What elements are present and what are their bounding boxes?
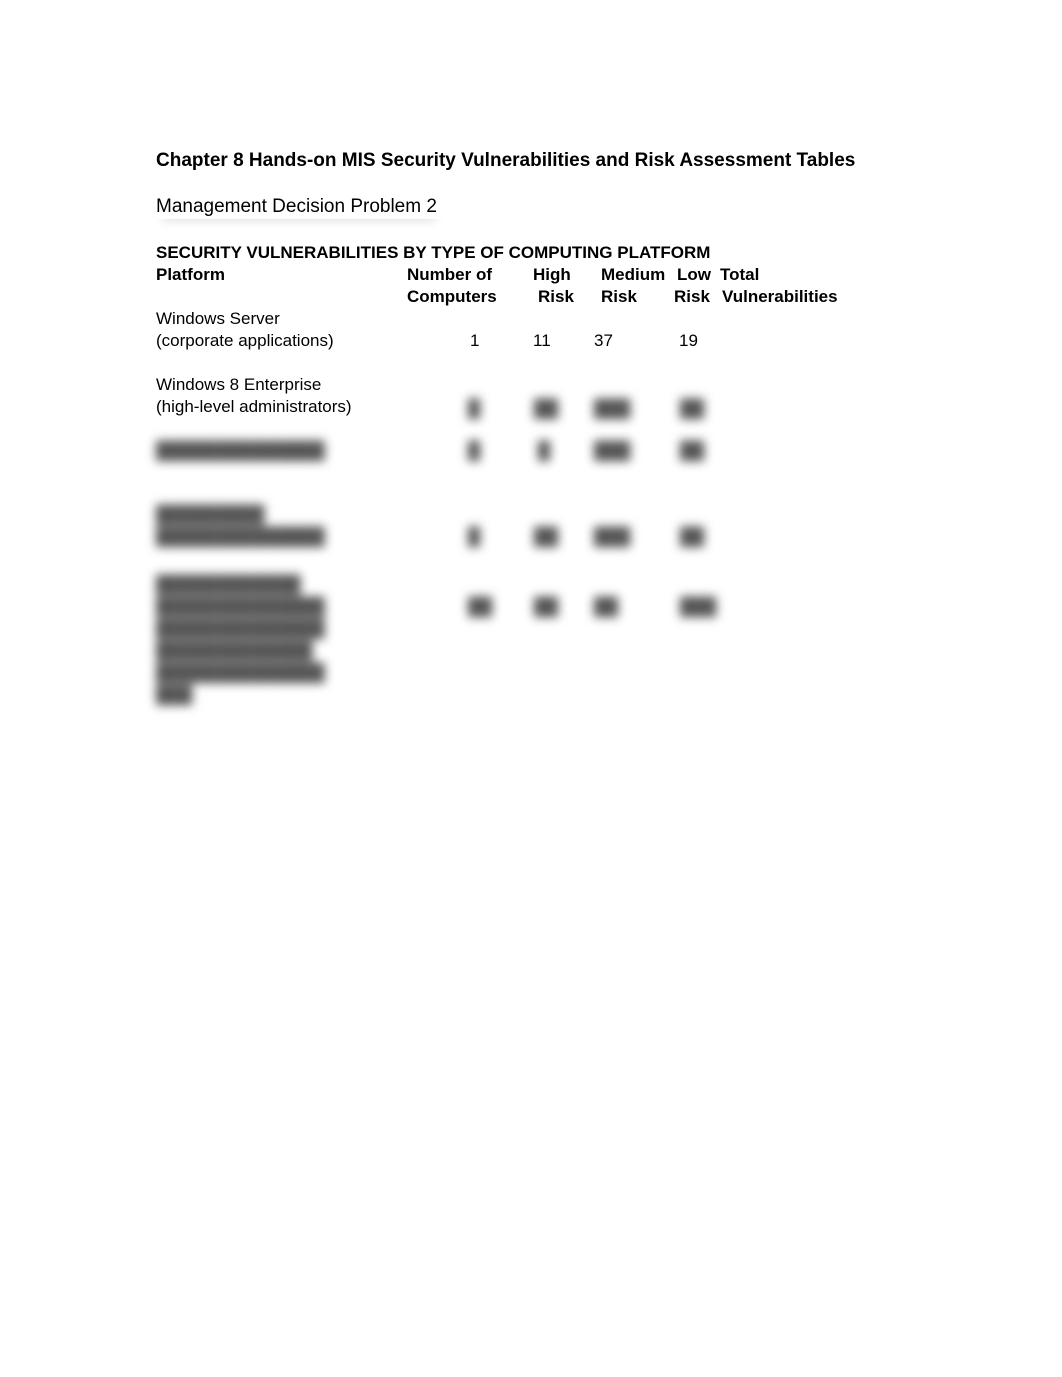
blurred-row: ████████████ ██████████████ ████████████… [156, 574, 876, 706]
blurred-value: ██ [680, 441, 705, 460]
high-risk-value: 11 [533, 331, 551, 350]
header-medium-2: Risk [601, 287, 637, 306]
blurred-value: ██ [534, 527, 559, 546]
medium-risk-value-blurred: ███ [594, 399, 631, 418]
blurred-value: ███ [680, 597, 717, 616]
header-total-2: Vulnerabilities [722, 287, 838, 306]
blurred-value: █ [468, 527, 481, 546]
blurred-text: ██████████████ [156, 441, 325, 460]
document-page: Chapter 8 Hands-on MIS Security Vulnerab… [156, 148, 876, 706]
table-heading: SECURITY VULNERABILITIES BY TYPE OF COMP… [156, 243, 711, 262]
blurred-row: █████████ ██████████████ █ ██ ███ ██ [156, 504, 876, 574]
platform-name: Windows 8 Enterprise [156, 375, 322, 394]
blurred-value: ██ [680, 527, 705, 546]
low-risk-value: 19 [679, 331, 698, 350]
low-risk-value-blurred: ██ [680, 399, 705, 418]
table-header: Platform Number of Computers High Risk M… [156, 264, 876, 308]
high-risk-value-blurred: ██ [534, 399, 559, 418]
blurred-row: ██████████████ █ █ ███ ██ [156, 440, 876, 504]
header-platform: Platform [156, 265, 225, 284]
document-title: Chapter 8 Hands-on MIS Security Vulnerab… [156, 150, 856, 171]
blurred-text: ████████████ [156, 575, 301, 594]
blurred-text: █████████ [156, 505, 265, 524]
blurred-value: ██ [594, 597, 619, 616]
blurred-value: ███ [594, 527, 631, 546]
platform-detail: (corporate applications) [156, 331, 334, 350]
header-computers-2: Computers [407, 287, 497, 306]
table-row: Windows Server (corporate applications) … [156, 308, 876, 374]
blurred-text: ██████████████ [156, 663, 325, 682]
blurred-text: ██████████████ [156, 597, 325, 616]
header-high-1: High [533, 265, 571, 284]
computers-value: 1 [470, 331, 480, 350]
header-low-2: Risk [674, 287, 710, 306]
platform-name: Windows Server [156, 309, 280, 328]
blurred-value: ██ [468, 597, 493, 616]
blurred-text: ██████████████ [156, 619, 325, 638]
header-computers-1: Number of [407, 265, 492, 284]
header-total-1: Total [720, 265, 760, 284]
blurred-value: ███ [594, 441, 631, 460]
blurred-value: █ [538, 441, 551, 460]
blurred-value: ██ [534, 597, 559, 616]
medium-risk-value: 37 [594, 331, 613, 350]
blurred-text: ██████████████ [156, 527, 325, 546]
blurred-text: ███ [156, 685, 193, 704]
header-high-2: Risk [538, 287, 574, 306]
document-subtitle: Management Decision Problem 2 [156, 195, 441, 219]
header-medium-1: Medium [601, 265, 666, 284]
blurred-value: █ [468, 441, 481, 460]
header-low-1: Low [677, 265, 711, 284]
computers-value-blurred: █ [468, 399, 481, 418]
platform-detail: (high-level administrators) [156, 397, 352, 416]
blurred-text: █████████████ [156, 641, 313, 660]
table-row: Windows 8 Enterprise (high-level adminis… [156, 374, 876, 440]
